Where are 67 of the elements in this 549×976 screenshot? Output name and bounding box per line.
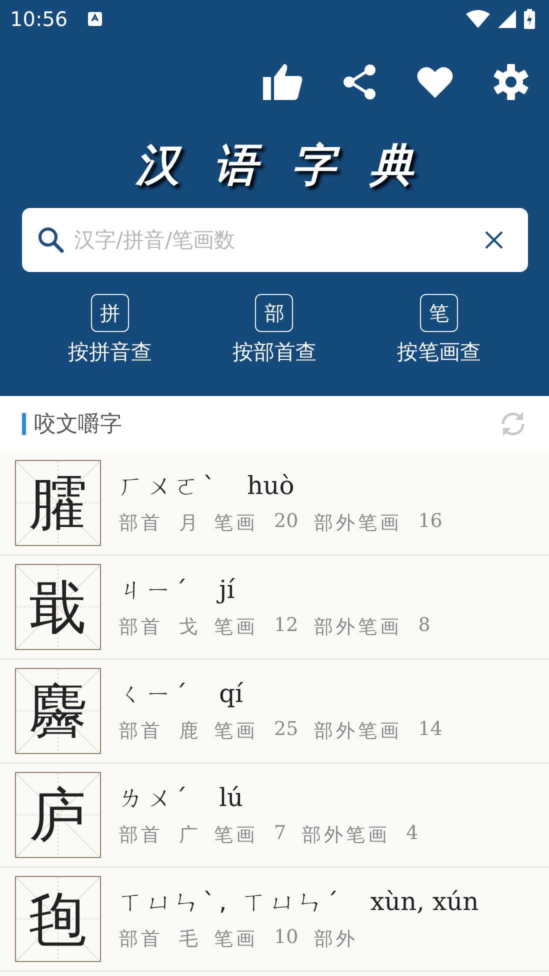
- pinyin-text: xùn, xún: [370, 887, 479, 916]
- keyboard-icon: [88, 12, 102, 26]
- field-value: 7: [274, 822, 286, 846]
- zhuyin-text: ㄌㄨˊ: [119, 783, 191, 814]
- field-value: 月: [179, 511, 198, 536]
- character-grid: 庐: [15, 772, 101, 858]
- field-value: 12: [274, 614, 298, 638]
- field-value: 14: [418, 718, 442, 742]
- field-label: 笔画: [214, 615, 258, 640]
- zhuyin-text: ㄐㄧˊ: [119, 575, 191, 606]
- field-label: 部首: [119, 927, 163, 952]
- zhuyin-text: ㄏㄨㄛˋ: [119, 471, 219, 502]
- character-list-item[interactable]: 毥 ㄒㄩㄣˋ, ㄒㄩㄣˊ xùn, xún 部首 毛 笔画 10 部外: [0, 868, 549, 972]
- field-label: 部外笔画: [302, 823, 390, 848]
- field-label: 部外笔画: [314, 719, 402, 744]
- field-value: 4: [406, 822, 418, 846]
- wifi-icon: [466, 10, 490, 28]
- field-value: 10: [274, 926, 298, 950]
- field-label: 笔画: [214, 719, 258, 744]
- field-label: 部首: [119, 511, 163, 536]
- field-value: 毛: [179, 927, 198, 952]
- field-value: 鹿: [179, 719, 198, 744]
- field-value: 戈: [179, 615, 198, 640]
- character-list-item[interactable]: 臛 ㄏㄨㄛˋ huò 部首 月 笔画 20 部外笔画 16: [0, 452, 549, 556]
- clear-icon[interactable]: [484, 230, 504, 250]
- pinyin-text: jí: [219, 575, 235, 604]
- status-time: 10:56: [10, 7, 68, 31]
- pinyin-text: qí: [219, 679, 243, 708]
- character-list-item[interactable]: 麡 ㄑㄧˊ qí 部首 鹿 笔画 25 部外笔画 14: [0, 660, 549, 764]
- character-grid: 臛: [15, 460, 101, 546]
- pinyin-text: huò: [247, 471, 294, 500]
- character-grid: 毥: [15, 876, 101, 962]
- field-value: 广: [179, 823, 198, 848]
- field-label: 部首: [119, 719, 163, 744]
- field-value: 8: [418, 614, 430, 638]
- zhuyin-text: ㄑㄧˊ: [119, 679, 191, 710]
- search-icon: [38, 227, 64, 253]
- search-field[interactable]: 汉字/拼音/笔画数: [22, 208, 528, 272]
- field-label: 部外: [314, 927, 358, 952]
- lookup-mode-button[interactable]: 笔 按笔画查: [396, 294, 481, 366]
- battery-icon: [524, 9, 535, 29]
- lookup-mode-button[interactable]: 部 按部首查: [232, 294, 316, 366]
- field-label: 部首: [119, 823, 163, 848]
- thumbs-up-icon[interactable]: [263, 64, 303, 100]
- character-grid: 戢: [15, 564, 101, 650]
- field-label: 笔画: [214, 511, 258, 536]
- field-value: 16: [418, 510, 442, 534]
- character-list-item[interactable]: 庐 ㄌㄨˊ lú 部首 广 笔画 7 部外笔画 4: [0, 764, 549, 868]
- field-label: 部外笔画: [314, 615, 402, 640]
- share-icon[interactable]: [343, 64, 377, 100]
- character-grid: 麡: [15, 668, 101, 754]
- lookup-mode-button[interactable]: 拼 按拼音查: [68, 294, 152, 366]
- signal-icon: [498, 10, 516, 28]
- field-value: 25: [274, 718, 298, 742]
- section-title: 咬文嚼字: [34, 411, 122, 439]
- field-value: 20: [274, 510, 298, 534]
- field-label: 部首: [119, 615, 163, 640]
- zhuyin-text: ㄒㄩㄣˋ, ㄒㄩㄣˊ: [119, 887, 342, 918]
- field-label: 笔画: [214, 927, 258, 952]
- field-label: 部外笔画: [314, 511, 402, 536]
- app-title: 汉语字典: [136, 139, 448, 193]
- settings-icon[interactable]: [493, 64, 529, 100]
- pinyin-text: lú: [219, 783, 244, 812]
- field-label: 笔画: [214, 823, 258, 848]
- character-list-item[interactable]: 戢 ㄐㄧˊ jí 部首 戈 笔画 12 部外笔画 8: [0, 556, 549, 660]
- heart-icon[interactable]: [417, 66, 453, 98]
- search-input[interactable]: 汉字/拼音/笔画数: [72, 227, 476, 253]
